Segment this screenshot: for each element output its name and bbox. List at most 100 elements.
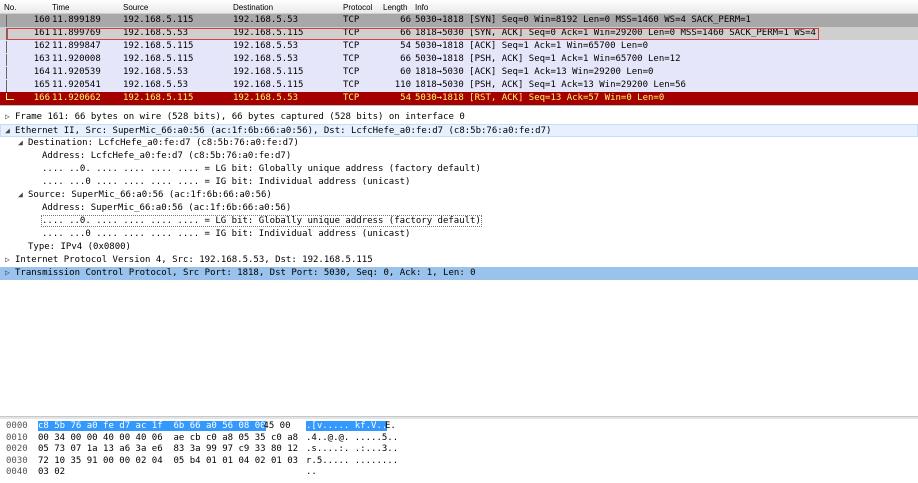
byte-offset: 0020 — [6, 444, 28, 454]
packet-length: 54 — [400, 93, 411, 103]
tree-item-destination[interactable]: ◢ Destination: LcfcHefe_a0:fe:d7 (c8:5b:… — [0, 137, 918, 150]
tree-item-label: Address: SuperMic_66:a0:56 (ac:1f:6b:66:… — [42, 203, 292, 213]
packet-protocol: TCP — [343, 15, 360, 25]
tree-item-type[interactable]: Type: IPv4 (0x0800) — [0, 241, 918, 254]
tree-item-ig-bit[interactable]: .... ...0 .... .... .... .... = IG bit: … — [0, 176, 918, 189]
packet-row[interactable]: 163 11.920008 192.168.5.115 192.168.5.53… — [0, 53, 918, 67]
expand-arrow-icon[interactable]: ▷ — [5, 255, 14, 264]
packet-row[interactable]: 162 11.899847 192.168.5.115 192.168.5.53… — [0, 40, 918, 54]
column-header-time[interactable]: Time — [52, 3, 69, 12]
column-header-length[interactable]: Length — [383, 3, 407, 12]
bytes-row[interactable]: 0010 00 34 00 00 40 00 40 06 ae cb c0 a8… — [0, 433, 918, 445]
tree-item-lg-bit[interactable]: .... ..0. .... .... .... .... = LG bit: … — [0, 215, 918, 228]
packet-length: 66 — [400, 54, 411, 64]
packet-no: 164 — [33, 67, 50, 77]
tree-item-lg-bit[interactable]: .... ..0. .... .... .... .... = LG bit: … — [0, 163, 918, 176]
tree-item-source[interactable]: ◢ Source: SuperMic_66:a0:56 (ac:1f:6b:66… — [0, 189, 918, 202]
packet-length: 60 — [400, 67, 411, 77]
packet-no: 163 — [33, 54, 50, 64]
column-header-no[interactable]: No. — [4, 3, 16, 12]
tree-item-label: .... ...0 .... .... .... .... = IG bit: … — [42, 229, 411, 239]
packet-row[interactable]: 165 11.920541 192.168.5.53 192.168.5.115… — [0, 79, 918, 93]
packet-source: 192.168.5.115 — [123, 15, 194, 25]
column-header-info[interactable]: Info — [415, 3, 428, 12]
packet-info: 1818→5030 [SYN, ACK] Seq=0 Ack=1 Win=292… — [415, 28, 816, 38]
tree-item-tcp[interactable]: ▷ Transmission Control Protocol, Src Por… — [0, 267, 918, 280]
packet-source: 192.168.5.53 — [123, 28, 189, 38]
tree-item-ig-bit[interactable]: .... ...0 .... .... .... .... = IG bit: … — [0, 228, 918, 241]
packet-info: 5030→1818 [PSH, ACK] Seq=1 Ack=1 Win=657… — [415, 54, 681, 64]
ascii-bytes-selected[interactable]: .[v..... kf.V.. — [306, 421, 388, 431]
expand-arrow-icon[interactable]: ▷ — [5, 268, 14, 277]
hex-bytes[interactable]: 45 00 — [258, 421, 290, 431]
packet-list[interactable]: No. Time Source Destination Protocol Len… — [0, 0, 918, 106]
tree-item-label: .... ...0 .... .... .... .... = IG bit: … — [42, 177, 411, 187]
packet-length: 66 — [400, 28, 411, 38]
ascii-bytes[interactable]: .4..@.@. .....5.. — [306, 433, 398, 443]
ascii-bytes[interactable]: E. — [385, 421, 396, 431]
column-header-destination[interactable]: Destination — [233, 3, 273, 12]
packet-no: 160 — [33, 15, 50, 25]
collapse-arrow-icon[interactable]: ◢ — [18, 138, 27, 147]
packet-protocol: TCP — [343, 93, 360, 103]
packet-destination: 192.168.5.53 — [233, 41, 299, 51]
packet-length: 110 — [394, 80, 411, 90]
bytes-row[interactable]: 0040 03 02 .. — [0, 467, 918, 479]
packet-time: 11.920662 — [52, 93, 101, 103]
tree-item-label: Internet Protocol Version 4, Src: 192.16… — [15, 255, 373, 265]
hex-bytes[interactable]: 00 34 00 00 40 00 40 06 ae cb c0 a8 05 3… — [38, 433, 298, 443]
tree-item-label: Address: LcfcHefe_a0:fe:d7 (c8:5b:76:a0:… — [42, 151, 292, 161]
column-header-source[interactable]: Source — [123, 3, 148, 12]
pane-splitter[interactable] — [0, 416, 918, 419]
collapse-arrow-icon[interactable]: ◢ — [18, 190, 27, 199]
packet-info: 5030→1818 [RST, ACK] Seq=13 Ack=57 Win=0… — [415, 93, 665, 103]
packet-source: 192.168.5.115 — [123, 41, 194, 51]
packet-no: 162 — [33, 41, 50, 51]
tree-item-ethernet[interactable]: ◢ Ethernet II, Src: SuperMic_66:a0:56 (a… — [0, 124, 918, 137]
packet-destination: 192.168.5.53 — [233, 54, 299, 64]
tree-item-destination-address[interactable]: Address: LcfcHefe_a0:fe:d7 (c8:5b:76:a0:… — [0, 150, 918, 163]
ascii-bytes[interactable]: .s....:. .:...3.. — [306, 444, 398, 454]
tree-item-label: Ethernet II, Src: SuperMic_66:a0:56 (ac:… — [15, 126, 552, 136]
packet-protocol: TCP — [343, 28, 360, 38]
packet-source: 192.168.5.115 — [123, 93, 194, 103]
tree-item-source-address[interactable]: Address: SuperMic_66:a0:56 (ac:1f:6b:66:… — [0, 202, 918, 215]
hex-bytes-selected[interactable]: c8 5b 76 a0 fe d7 ac 1f 6b 66 a0 56 08 0… — [38, 421, 266, 431]
packet-source: 192.168.5.115 — [123, 54, 194, 64]
bytes-row[interactable]: 0020 05 73 07 1a 13 a6 3a e6 83 3a 99 97… — [0, 444, 918, 456]
collapse-arrow-icon[interactable]: ◢ — [5, 126, 14, 135]
packet-row[interactable]: 160 11.899189 192.168.5.115 192.168.5.53… — [0, 14, 918, 28]
tree-item-label: Source: SuperMic_66:a0:56 (ac:1f:6b:66:a… — [28, 190, 272, 200]
packet-time: 11.920539 — [52, 67, 101, 77]
bytes-row[interactable]: 0000 c8 5b 76 a0 fe d7 ac 1f 6b 66 a0 56… — [0, 421, 918, 433]
packet-time: 11.899769 — [52, 28, 101, 38]
packet-time: 11.920541 — [52, 80, 101, 90]
packet-details-tree[interactable]: ▷ Frame 161: 66 bytes on wire (528 bits)… — [0, 111, 918, 416]
column-header-protocol[interactable]: Protocol — [343, 3, 372, 12]
hex-bytes[interactable]: 72 10 35 91 00 00 02 04 05 b4 01 01 04 0… — [38, 456, 298, 466]
packet-destination: 192.168.5.115 — [233, 80, 304, 90]
packet-time: 11.920008 — [52, 54, 101, 64]
hex-bytes[interactable]: 05 73 07 1a 13 a6 3a e6 83 3a 99 97 c9 3… — [38, 444, 298, 454]
tree-item-frame[interactable]: ▷ Frame 161: 66 bytes on wire (528 bits)… — [0, 111, 918, 124]
packet-destination: 192.168.5.115 — [233, 28, 304, 38]
packet-length: 54 — [400, 41, 411, 51]
packet-row[interactable]: 164 11.920539 192.168.5.53 192.168.5.115… — [0, 66, 918, 80]
packet-destination: 192.168.5.53 — [233, 15, 299, 25]
tree-item-label: .... ..0. .... .... .... .... = LG bit: … — [41, 215, 482, 227]
packet-bytes-pane[interactable]: 0000 c8 5b 76 a0 fe d7 ac 1f 6b 66 a0 56… — [0, 421, 918, 483]
tree-item-ipv4[interactable]: ▷ Internet Protocol Version 4, Src: 192.… — [0, 254, 918, 267]
packet-row-selected[interactable]: 161 11.899769 192.168.5.53 192.168.5.115… — [0, 27, 918, 41]
ascii-bytes[interactable]: r.5..... ........ — [306, 456, 398, 466]
ascii-bytes[interactable]: .. — [306, 467, 317, 477]
packet-info: 1818→5030 [PSH, ACK] Seq=1 Ack=13 Win=29… — [415, 80, 686, 90]
expand-arrow-icon[interactable]: ▷ — [5, 112, 14, 121]
packet-time: 11.899847 — [52, 41, 101, 51]
packet-row-reset[interactable]: 166 11.920662 192.168.5.115 192.168.5.53… — [0, 92, 918, 105]
bytes-row[interactable]: 0030 72 10 35 91 00 00 02 04 05 b4 01 01… — [0, 456, 918, 468]
hex-bytes[interactable]: 03 02 — [38, 467, 65, 477]
packet-protocol: TCP — [343, 54, 360, 64]
tree-item-label: Frame 161: 66 bytes on wire (528 bits), … — [15, 112, 465, 122]
byte-offset: 0040 — [6, 467, 28, 477]
related-packet-marker — [6, 93, 14, 100]
